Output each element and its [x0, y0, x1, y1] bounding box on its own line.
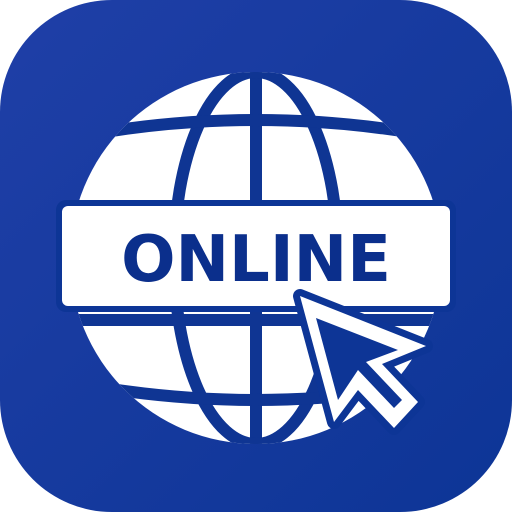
online-icon-graphic: ONLINE — [0, 0, 512, 512]
online-label: ONLINE — [121, 223, 391, 297]
online-app-icon[interactable]: ONLINE — [0, 0, 512, 512]
online-label-bar: ONLINE — [56, 200, 456, 312]
